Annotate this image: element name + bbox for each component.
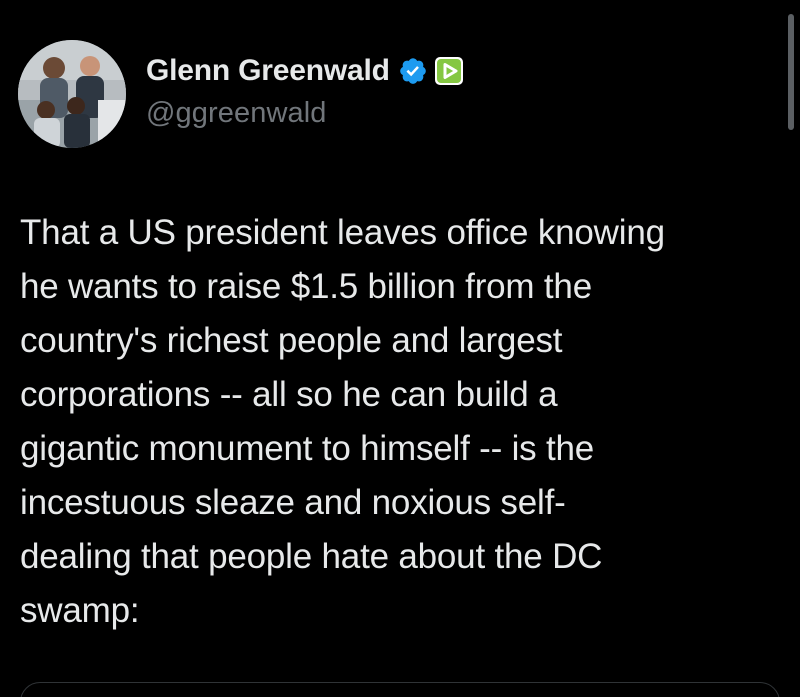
rumble-play-icon[interactable] (434, 56, 464, 86)
avatar[interactable] (18, 40, 126, 148)
user-handle[interactable]: @ggreenwald (146, 97, 464, 130)
scrollbar[interactable] (788, 14, 794, 130)
tweet: Glenn Greenwald @ggreenwald That a US pr… (0, 0, 800, 697)
quoted-tweet-card[interactable] (20, 682, 780, 697)
user-info: Glenn Greenwald @ggreenwald (146, 49, 464, 130)
verified-badge-icon[interactable] (398, 56, 428, 86)
display-name[interactable]: Glenn Greenwald (146, 54, 390, 88)
tweet-header: Glenn Greenwald @ggreenwald (18, 40, 464, 148)
profile-photo-icon (18, 40, 126, 148)
name-row: Glenn Greenwald (146, 49, 464, 93)
tweet-text: That a US president leaves office knowin… (20, 213, 665, 630)
